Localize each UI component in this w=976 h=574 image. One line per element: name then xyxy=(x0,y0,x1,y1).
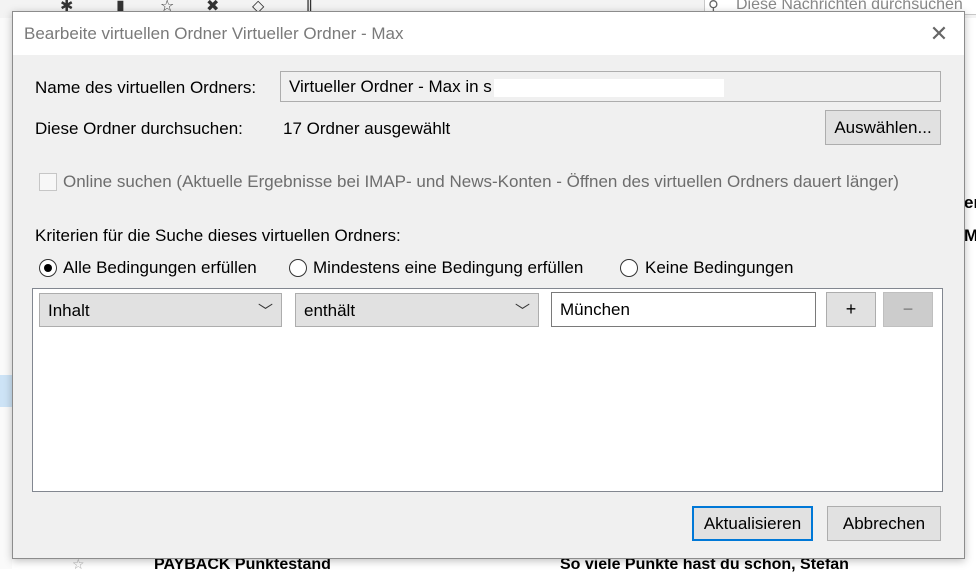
folder-name-label: Name des virtuellen Ordners: xyxy=(35,78,257,97)
close-icon[interactable]: ✕ xyxy=(923,18,955,50)
radio-match-none[interactable] xyxy=(620,259,638,277)
folder-name-input[interactable]: Virtueller Ordner - Max in s xyxy=(280,71,941,102)
edit-virtual-folder-dialog: Bearbeite virtuellen Ordner Virtueller O… xyxy=(12,11,965,559)
rule-operator-select[interactable]: enthält ﹀ xyxy=(295,293,539,327)
rule-value-input[interactable]: München xyxy=(551,292,816,327)
rule-field-select[interactable]: Inhalt ﹀ xyxy=(39,293,282,327)
online-search-label: Online suchen (Aktuelle Ergebnisse bei I… xyxy=(63,172,899,191)
remove-rule-button[interactable]: − xyxy=(883,292,933,327)
dialog-title: Bearbeite virtuellen Ordner Virtueller O… xyxy=(24,24,404,43)
redacted-region xyxy=(493,78,724,97)
background-text-fragment: M xyxy=(964,226,976,245)
online-search-checkbox[interactable] xyxy=(39,173,57,191)
radio-match-all-label[interactable]: Alle Bedingungen erfüllen xyxy=(63,258,257,278)
search-folders-label: Diese Ordner durchsuchen: xyxy=(35,119,243,138)
dialog-titlebar: Bearbeite virtuellen Ordner Virtueller O… xyxy=(13,12,964,55)
radio-match-all[interactable] xyxy=(39,259,57,277)
criteria-label: Kriterien für die Suche dieses virtuelle… xyxy=(35,226,401,245)
choose-folders-button[interactable]: Auswählen... xyxy=(825,110,941,145)
folder-pane xyxy=(0,18,12,569)
update-button[interactable]: Aktualisieren xyxy=(692,506,813,541)
folder-pane-selection xyxy=(0,375,12,407)
rule-field-value: Inhalt xyxy=(48,301,90,320)
add-rule-button[interactable]: + xyxy=(826,292,876,327)
radio-match-any[interactable] xyxy=(289,259,307,277)
chevron-down-icon: ﹀ xyxy=(514,303,530,320)
folders-selected-text: 17 Ordner ausgewählt xyxy=(283,119,451,138)
cancel-button[interactable]: Abbrechen xyxy=(827,506,941,541)
rule-value-text: München xyxy=(560,300,630,319)
folder-name-value: Virtueller Ordner - Max in s xyxy=(289,77,492,96)
background-text-fragment: er xyxy=(964,193,976,212)
rule-operator-value: enthält xyxy=(304,301,356,320)
chevron-down-icon: ﹀ xyxy=(257,303,273,320)
radio-match-any-label[interactable]: Mindestens eine Bedingung erfüllen xyxy=(313,258,583,278)
radio-match-none-label[interactable]: Keine Bedingungen xyxy=(645,258,793,278)
